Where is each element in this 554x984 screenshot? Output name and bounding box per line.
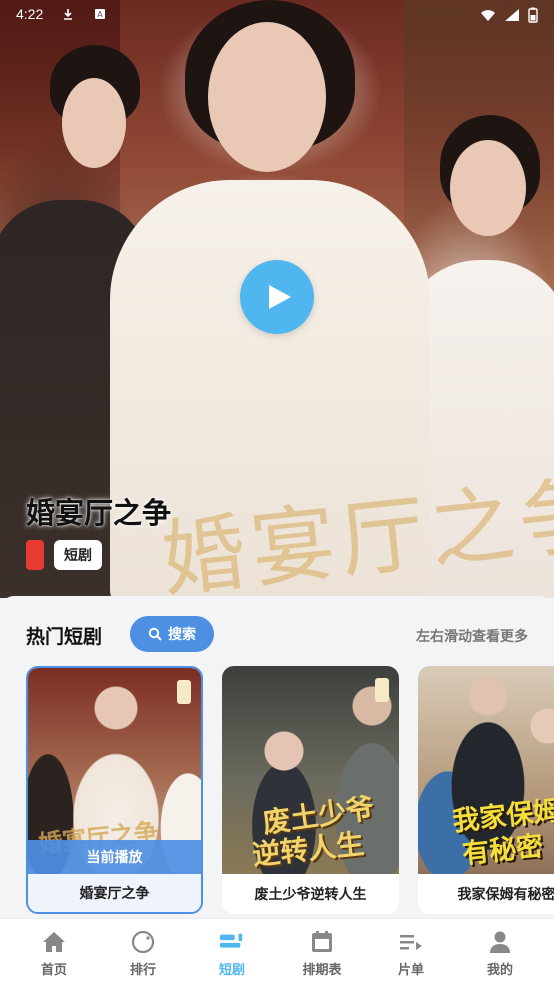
app-screen: 婚宴厅之争 4:22 A 婚宴厅之争 短剧 热门短剧 搜索 左右滑动查看更多 婚… [0,0,554,984]
hero-figure [62,78,126,168]
hero-title: 婚宴厅之争 [26,496,172,530]
bottom-nav: 首页 排行 短剧 排期表 片单 我的 [0,918,554,984]
drama-poster: 废土少爷 逆转人生 [222,666,399,874]
tab-schedule[interactable]: 排期表 [276,919,368,984]
poster-badge [177,680,191,704]
drama-carousel[interactable]: 婚宴厅之争 当前播放 婚宴厅之争 废土少爷 逆转人生 废土少爷逆转人生 我家保姆… [26,666,554,916]
short-video-icon [219,929,245,955]
status-icons [480,7,538,23]
hero-tags: 短剧 [26,540,102,570]
poster-title-text: 有秘密 [460,830,545,871]
tab-playlist[interactable]: 片单 [365,919,457,984]
tab-label: 片单 [397,963,424,978]
search-button[interactable]: 搜索 [130,616,214,652]
section-title: 热门短剧 [26,626,103,648]
search-button-label: 搜索 [168,627,196,643]
wifi-icon [481,10,495,21]
drama-card[interactable]: 废土少爷 逆转人生 废土少爷逆转人生 [222,666,399,914]
tab-label: 首页 [40,963,67,978]
tab-profile[interactable]: 我的 [454,919,546,984]
hot-dramas-section: 热门短剧 搜索 左右滑动查看更多 婚宴厅之争 当前播放 婚宴厅之争 废土少爷 逆… [0,596,554,918]
play-button[interactable] [240,260,314,334]
tag-marker [26,540,44,570]
keyboard-icon: A [95,9,105,19]
drama-card[interactable]: 婚宴厅之争 当前播放 婚宴厅之争 [26,666,203,914]
drama-poster: 我家保姆 有秘密 [418,666,554,874]
svg-text:A: A [97,10,103,19]
signal-icon [505,9,519,21]
poster-badge [375,678,389,702]
tab-short-drama[interactable]: 短剧 [186,919,278,984]
drama-poster: 婚宴厅之争 当前播放 [28,668,201,874]
tab-label: 我的 [486,963,513,978]
now-playing-label: 当前播放 [28,840,201,874]
tab-ranking[interactable]: 排行 [97,919,189,984]
play-icon [269,285,291,309]
drama-card[interactable]: 我家保姆 有秘密 我家保姆有秘密 [418,666,554,914]
hero-banner[interactable]: 婚宴厅之争 4:22 A 婚宴厅之争 短剧 [0,0,554,598]
tab-label: 短剧 [218,963,245,978]
user-icon [487,929,513,955]
drama-card-title: 婚宴厅之争 [28,874,201,912]
hero-figure [450,140,526,236]
drama-card-title: 我家保姆有秘密 [457,887,554,903]
home-icon [41,929,67,955]
drama-card-title: 废土少爷逆转人生 [254,887,367,903]
search-icon [148,627,162,641]
tab-label: 排行 [129,963,156,978]
playlist-icon [398,929,424,955]
download-icon [64,9,72,20]
circle-icon [130,929,156,955]
swipe-hint: 左右滑动查看更多 [416,629,528,645]
calendar-icon [309,929,335,955]
status-time: 4:22 [16,6,44,22]
tab-home[interactable]: 首页 [8,919,100,984]
hero-figure [208,22,326,172]
tab-label: 排期表 [302,963,342,978]
section-header: 热门短剧 搜索 左右滑动查看更多 [26,616,536,652]
battery-icon [528,7,538,23]
genre-tag: 短剧 [54,540,102,570]
status-bar: 4:22 A [0,0,554,30]
